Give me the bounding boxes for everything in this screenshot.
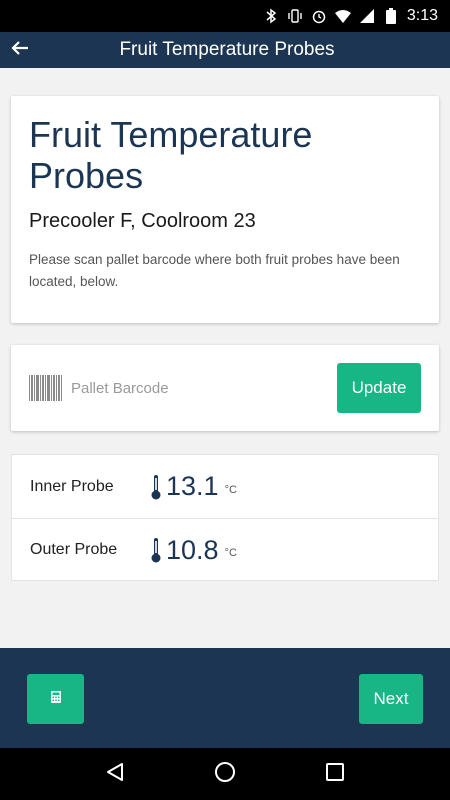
probe-value: 13.1 <box>166 471 219 501</box>
barcode-icon <box>29 375 65 401</box>
alarm-icon <box>311 8 327 24</box>
instructions-text: Please scan pallet barcode where both fr… <box>29 252 400 289</box>
pallet-barcode-input[interactable] <box>71 379 171 397</box>
nav-recents-button[interactable] <box>315 754 355 794</box>
location-subtitle: Precooler F, Coolroom 23 <box>29 210 256 232</box>
nav-back-button[interactable] <box>95 754 135 794</box>
probes-card: Inner Probe 13.1 °C Outer Probe 10.8 °C <box>11 454 439 581</box>
recents-square-icon <box>326 762 344 786</box>
barcode-card: Update <box>11 345 439 431</box>
update-button[interactable]: Update <box>337 363 421 413</box>
status-bar: 3:13 <box>0 0 450 32</box>
home-circle-icon <box>214 761 236 788</box>
intro-card: Fruit Temperature Probes Precooler F, Co… <box>11 96 439 323</box>
wifi-icon <box>334 8 351 24</box>
bluetooth-icon <box>263 8 279 24</box>
calculator-button[interactable] <box>27 674 84 724</box>
status-time: 3:13 <box>406 7 438 24</box>
arrow-left-icon <box>11 40 29 61</box>
probe-unit: °C <box>224 547 237 559</box>
back-button[interactable] <box>0 32 40 68</box>
battery-icon <box>383 8 399 24</box>
probe-row-outer: Outer Probe 10.8 °C <box>12 518 438 581</box>
nav-home-button[interactable] <box>205 754 245 794</box>
app-bar: Fruit Temperature Probes <box>0 32 450 68</box>
probe-label: Inner Probe <box>30 477 114 495</box>
bottom-action-bar: Next <box>0 648 450 748</box>
signal-icon <box>359 8 375 24</box>
system-nav-bar <box>0 748 450 800</box>
probe-value: 10.8 <box>166 534 219 565</box>
page-title: Fruit Temperature Probes <box>29 114 313 196</box>
thermometer-icon <box>148 537 164 563</box>
vibrate-icon <box>287 8 303 24</box>
next-button[interactable]: Next <box>359 674 423 724</box>
app-bar-title: Fruit Temperature Probes <box>119 39 335 60</box>
probe-row-inner: Inner Probe 13.1 °C <box>12 455 438 518</box>
probe-unit: °C <box>224 483 237 496</box>
probe-label: Outer Probe <box>30 541 118 558</box>
calculator-icon <box>50 690 61 708</box>
thermometer-icon <box>148 474 164 500</box>
back-triangle-icon <box>106 762 124 787</box>
